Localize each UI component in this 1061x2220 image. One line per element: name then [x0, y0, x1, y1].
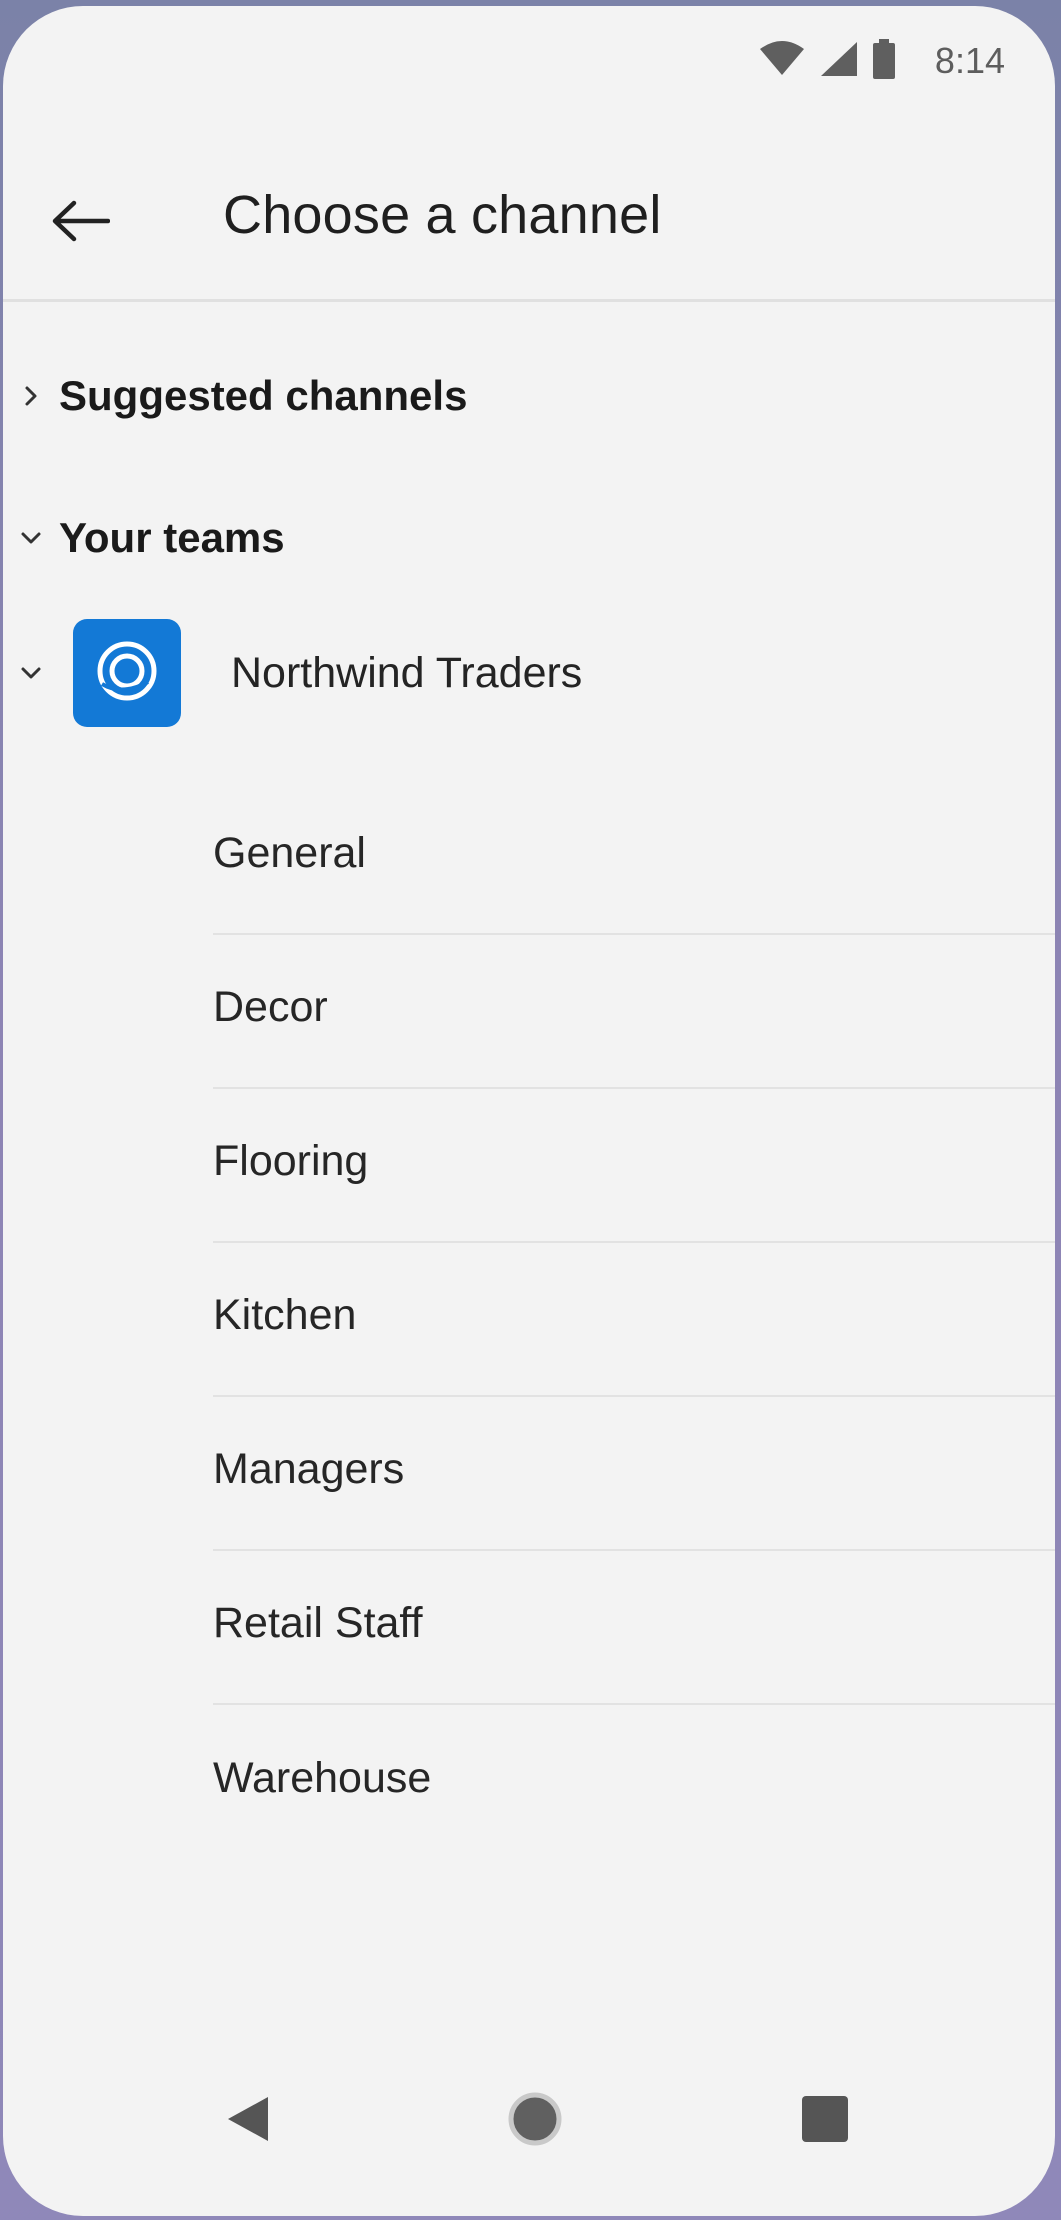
- channel-label: Kitchen: [213, 1290, 357, 1339]
- system-nav-bar: [3, 2076, 1055, 2166]
- chevron-down-icon[interactable]: [17, 659, 45, 687]
- team-name: Northwind Traders: [231, 648, 583, 697]
- arrow-left-icon: [50, 199, 111, 248]
- channel-label: Decor: [213, 982, 328, 1031]
- status-time: 8:14: [934, 40, 1005, 81]
- team-avatar: [73, 619, 181, 727]
- section-label-suggested: Suggested channels: [59, 372, 468, 419]
- battery-icon: [872, 38, 895, 84]
- nav-home-button[interactable]: [505, 2091, 565, 2151]
- recents-square-icon: [800, 2094, 850, 2149]
- northwind-logo-icon: [92, 636, 162, 711]
- channel-list: General Decor Flooring Kitchen Managers …: [213, 781, 1055, 1859]
- suggested-channels-toggle[interactable]: Suggested channels: [17, 356, 467, 436]
- your-teams-toggle[interactable]: Your teams: [17, 498, 285, 578]
- channel-label: Retail Staff: [213, 1598, 423, 1647]
- channel-item-retail-staff[interactable]: Retail Staff: [213, 1551, 1055, 1705]
- chevron-right-icon: [17, 382, 45, 410]
- status-icons: 8:14: [759, 36, 1005, 86]
- channel-label: Flooring: [213, 1136, 369, 1185]
- page-title: Choose a channel: [223, 185, 662, 245]
- nav-back-button[interactable]: [217, 2091, 277, 2151]
- channel-item-kitchen[interactable]: Kitchen: [213, 1243, 1055, 1397]
- app-header: Choose a channel: [3, 136, 1055, 302]
- status-bar: 8:14: [3, 6, 1055, 106]
- back-button[interactable]: [43, 186, 117, 260]
- chevron-down-icon: [17, 524, 45, 552]
- home-circle-icon: [505, 2089, 565, 2154]
- channel-item-decor[interactable]: Decor: [213, 935, 1055, 1089]
- channel-item-general[interactable]: General: [213, 781, 1055, 935]
- wifi-icon: [759, 40, 805, 82]
- section-label-your-teams: Your teams: [59, 514, 285, 561]
- channel-item-warehouse[interactable]: Warehouse: [213, 1705, 1055, 1859]
- phone-screen: 8:14 Choose a channel Suggested channels…: [3, 6, 1055, 2216]
- cellular-signal-icon: [819, 40, 859, 83]
- channel-label: General: [213, 828, 366, 877]
- back-triangle-icon: [224, 2094, 270, 2149]
- channel-item-managers[interactable]: Managers: [213, 1397, 1055, 1551]
- team-row-northwind[interactable]: Northwind Traders: [17, 618, 582, 728]
- channel-label: Warehouse: [213, 1753, 432, 1802]
- channel-label: Managers: [213, 1444, 405, 1493]
- nav-recents-button[interactable]: [795, 2091, 855, 2151]
- channel-item-flooring[interactable]: Flooring: [213, 1089, 1055, 1243]
